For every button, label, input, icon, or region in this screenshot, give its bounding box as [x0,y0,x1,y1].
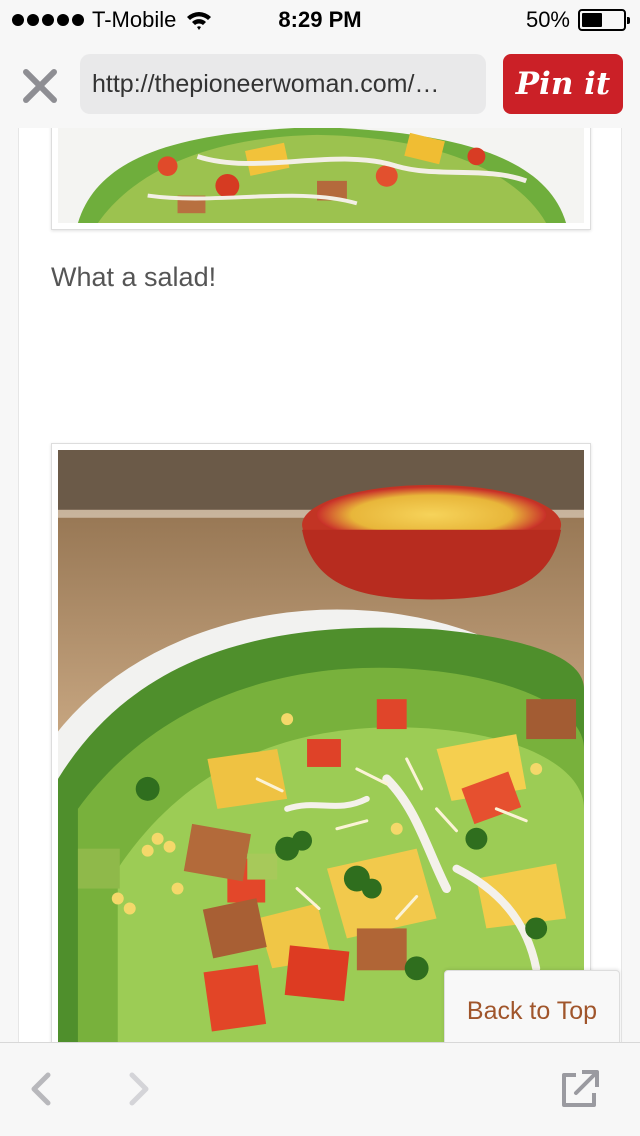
salad-photo-top [58,128,584,223]
salad-image-main[interactable] [51,443,591,1042]
url-field[interactable]: http://thepioneerwoman.com/… [80,54,486,114]
salad-photo-main [58,450,584,1042]
pin-it-button[interactable]: Pin it [503,54,623,114]
battery-icon [578,9,630,31]
status-bar: T-Mobile 8:29 PM 50% [0,0,640,40]
chevron-left-icon[interactable] [22,1067,66,1111]
chevron-right-icon[interactable] [118,1067,162,1111]
salad-image-top[interactable] [51,128,591,230]
web-content[interactable]: What a salad! [18,128,622,1042]
bottom-toolbar [0,1042,640,1136]
caption-text: What a salad! [51,262,217,292]
browser-nav-bar: http://thepioneerwoman.com/… Pin it [0,40,640,128]
open-external-icon[interactable] [558,1067,602,1111]
back-to-top-button[interactable]: Back to Top [444,970,620,1050]
battery-fill [582,13,602,27]
battery-percentage: 50% [525,7,570,32]
app-window: T-Mobile 8:29 PM 50% http://thepioneerwo… [0,0,640,1136]
close-icon[interactable] [18,64,62,108]
status-right: 50% [525,7,630,33]
